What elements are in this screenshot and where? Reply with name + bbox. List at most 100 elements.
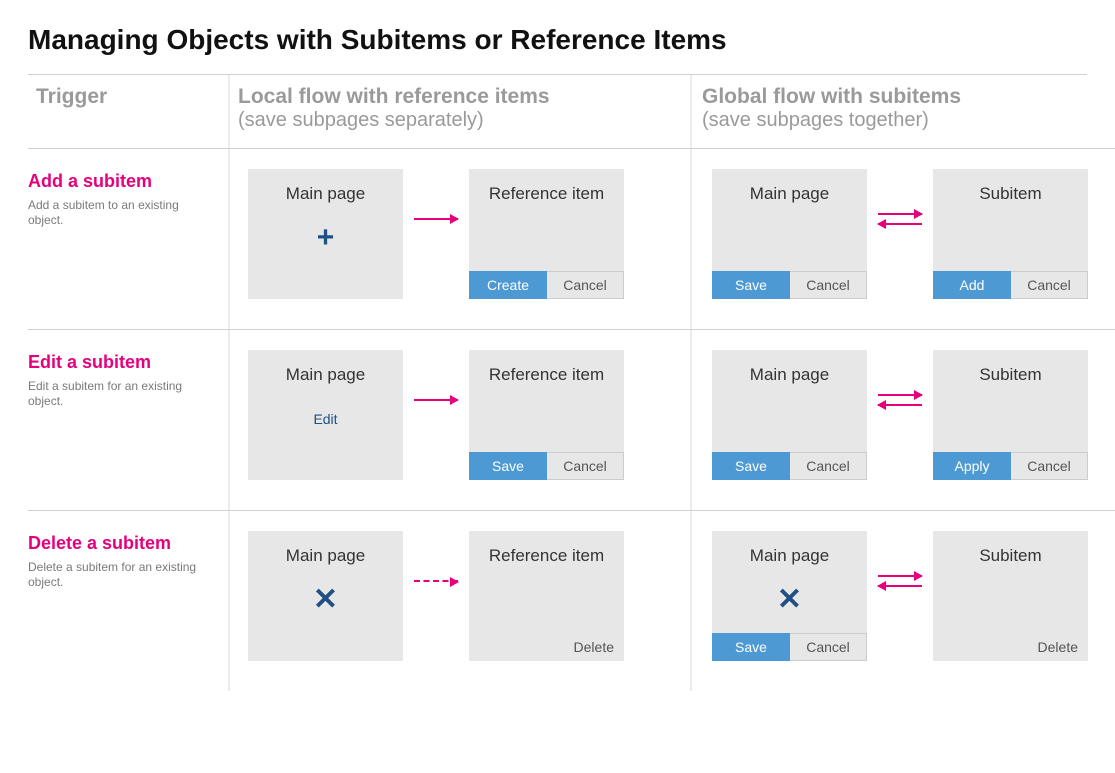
trigger-edit: Edit a subitem Edit a subitem for an exi… — [28, 330, 228, 510]
card-title: Main page — [712, 364, 867, 385]
card-mid — [469, 566, 624, 639]
local-edit-flow: Main page Edit Reference item Save Cance… — [228, 330, 688, 510]
arrow-right-dashed-icon — [414, 580, 458, 582]
trigger-edit-title: Edit a subitem — [28, 352, 220, 373]
card-title: Subitem — [933, 183, 1088, 204]
card-mid: ✕ — [248, 566, 403, 633]
arrow-right-icon — [878, 575, 922, 577]
global-delete-flow: Main page ✕ Save Cancel Subitem Delete — [694, 511, 1115, 691]
delete-text: Delete — [933, 639, 1088, 661]
card-mid — [469, 385, 624, 452]
col-local-sub: (save subpages separately) — [238, 109, 680, 132]
trigger-delete-desc: Delete a subitem for an existing object. — [28, 560, 208, 590]
local-add-mainpage-card: Main page + — [248, 169, 403, 299]
arrow-right-dashed — [411, 531, 461, 661]
card-mid — [712, 385, 867, 452]
local-add-refitem-card: Reference item Create Cancel — [469, 169, 624, 299]
x-icon: ✕ — [777, 585, 802, 615]
card-title: Main page — [712, 545, 867, 566]
cancel-button[interactable]: Cancel — [1011, 271, 1088, 299]
card-mid — [933, 385, 1088, 452]
vertical-divider — [690, 511, 692, 691]
create-button[interactable]: Create — [469, 271, 547, 299]
card-title: Reference item — [469, 183, 624, 204]
arrow-right-icon — [878, 213, 922, 215]
local-delete-refitem-card: Reference item Delete — [469, 531, 624, 661]
col-header-trigger: Trigger — [28, 75, 228, 148]
cancel-button[interactable]: Cancel — [547, 271, 624, 299]
page-title: Managing Objects with Subitems or Refere… — [28, 24, 1087, 56]
save-button[interactable]: Save — [712, 271, 790, 299]
delete-text: Delete — [469, 639, 624, 661]
save-button[interactable]: Save — [712, 452, 790, 480]
add-button[interactable]: Add — [933, 271, 1011, 299]
col-header-global: Global flow with subitems (save subpages… — [694, 75, 1115, 148]
global-add-subitem-card: Subitem Add Cancel — [933, 169, 1088, 299]
card-actions: Save Cancel — [469, 452, 624, 480]
card-mid — [933, 204, 1088, 271]
arrow-left-icon — [878, 223, 922, 225]
global-delete-subitem-card: Subitem Delete — [933, 531, 1088, 661]
arrow-bidirectional — [875, 531, 925, 661]
cancel-button[interactable]: Cancel — [790, 452, 867, 480]
col-trigger-label: Trigger — [36, 85, 220, 109]
col-global-sub: (save subpages together) — [702, 109, 1115, 132]
arrow-left-icon — [878, 404, 922, 406]
col-local-title: Local flow with reference items — [238, 85, 680, 109]
diagram-grid: Trigger Local flow with reference items … — [28, 74, 1087, 691]
local-edit-refitem-card: Reference item Save Cancel — [469, 350, 624, 480]
global-edit-mainpage-card: Main page Save Cancel — [712, 350, 867, 480]
vertical-divider — [690, 149, 692, 329]
card-mid — [933, 566, 1088, 639]
card-actions: Create Cancel — [469, 271, 624, 299]
arrow-bidirectional — [875, 169, 925, 299]
card-title: Subitem — [933, 364, 1088, 385]
card-title: Main page — [248, 183, 403, 204]
global-add-mainpage-card: Main page Save Cancel — [712, 169, 867, 299]
trigger-edit-desc: Edit a subitem for an existing object. — [28, 379, 208, 409]
local-delete-flow: Main page ✕ Reference item Delete — [228, 511, 688, 691]
cancel-button[interactable]: Cancel — [790, 633, 867, 661]
cancel-button[interactable]: Cancel — [1011, 452, 1088, 480]
cancel-button[interactable]: Cancel — [790, 271, 867, 299]
trigger-add-title: Add a subitem — [28, 171, 220, 192]
apply-button[interactable]: Apply — [933, 452, 1011, 480]
trigger-delete: Delete a subitem Delete a subitem for an… — [28, 511, 228, 691]
plus-icon: + — [317, 223, 335, 253]
card-title: Reference item — [469, 364, 624, 385]
card-spacer — [248, 271, 403, 299]
local-edit-mainpage-card: Main page Edit — [248, 350, 403, 480]
card-actions: Apply Cancel — [933, 452, 1088, 480]
arrow-right-single — [411, 169, 461, 299]
trigger-add-desc: Add a subitem to an existing object. — [28, 198, 208, 228]
col-header-local: Local flow with reference items (save su… — [228, 75, 688, 148]
card-title: Subitem — [933, 545, 1088, 566]
card-title: Main page — [248, 545, 403, 566]
card-actions: Save Cancel — [712, 452, 867, 480]
card-title: Main page — [712, 183, 867, 204]
global-delete-mainpage-card: Main page ✕ Save Cancel — [712, 531, 867, 661]
edit-text: Edit — [313, 411, 337, 427]
card-spacer — [248, 633, 403, 661]
vertical-divider — [690, 75, 692, 148]
card-actions: Add Cancel — [933, 271, 1088, 299]
card-mid: + — [248, 204, 403, 271]
cancel-button[interactable]: Cancel — [547, 452, 624, 480]
arrow-right-single — [411, 350, 461, 480]
card-mid: Edit — [248, 385, 403, 452]
global-add-flow: Main page Save Cancel Subitem Add Cancel — [694, 149, 1115, 329]
global-edit-flow: Main page Save Cancel Subitem Apply Canc… — [694, 330, 1115, 510]
card-mid: ✕ — [712, 566, 867, 633]
global-edit-subitem-card: Subitem Apply Cancel — [933, 350, 1088, 480]
card-mid — [469, 204, 624, 271]
card-mid — [712, 204, 867, 271]
arrow-bidirectional — [875, 350, 925, 480]
card-actions: Save Cancel — [712, 633, 867, 661]
local-add-flow: Main page + Reference item Create Cancel — [228, 149, 688, 329]
card-spacer — [248, 452, 403, 480]
vertical-divider — [690, 330, 692, 510]
save-button[interactable]: Save — [712, 633, 790, 661]
trigger-delete-title: Delete a subitem — [28, 533, 220, 554]
x-icon: ✕ — [313, 585, 338, 615]
save-button[interactable]: Save — [469, 452, 547, 480]
